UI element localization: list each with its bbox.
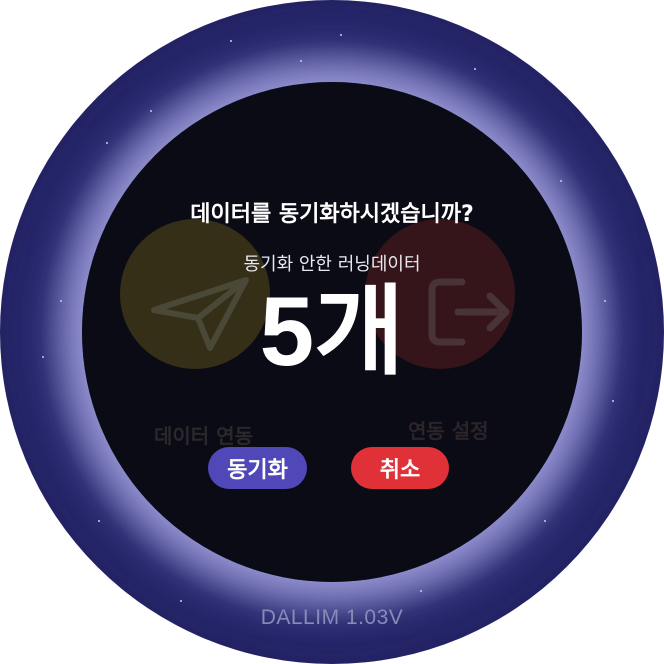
- watch-face: 데이터 연동 연동 설정 데이터를 동기화하시겠습니까? 동기화 안한 러닝데이…: [0, 0, 664, 664]
- sync-button[interactable]: 동기화: [208, 447, 307, 489]
- unsynced-count: 5개: [259, 276, 405, 386]
- app-version: DALLIM 1.03V: [260, 606, 404, 629]
- dialog-title: 데이터를 동기화하시겠습니까?: [190, 202, 474, 227]
- dialog-subtitle: 동기화 안한 러닝데이터: [243, 254, 421, 275]
- cancel-button[interactable]: 취소: [351, 447, 449, 489]
